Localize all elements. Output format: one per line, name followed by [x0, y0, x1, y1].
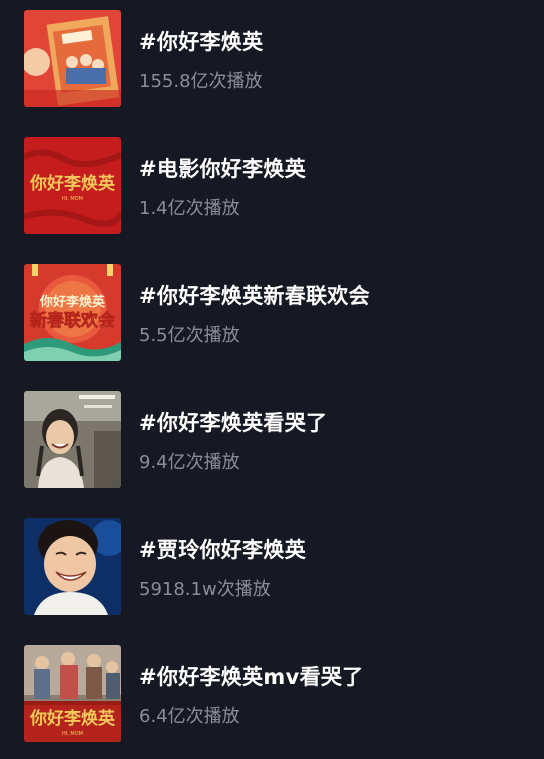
topic-title[interactable]: #贾玲你好李焕英 [139, 534, 306, 564]
topic-list: #你好李焕英 155.8亿次播放 你好李焕英 HI, MOM #电影你好李焕英 … [0, 0, 544, 759]
thumb-title-text: 你好李焕英 [29, 173, 116, 194]
topic-item-6[interactable]: 你好李焕英 HI, MOM #你好李焕英mv看哭了 6.4亿次播放 [0, 645, 544, 745]
topic-item-3[interactable]: 你好李焕英 新春联欢会 #你好李焕英新春联欢会 5.5亿次播放 [0, 264, 544, 364]
play-count: 155.8亿次播放 [139, 71, 263, 92]
thumb-subtitle-text: HI, MOM [62, 196, 83, 202]
topic-item-2[interactable]: 你好李焕英 HI, MOM #电影你好李焕英 1.4亿次播放 [0, 137, 544, 237]
play-count: 5918.1w次播放 [139, 579, 271, 600]
gala-logo-icon[interactable]: 你好李焕英 新春联欢会 [24, 264, 121, 361]
topic-title[interactable]: #你好李焕英新春联欢会 [139, 280, 370, 310]
topic-item-5[interactable]: #贾玲你好李焕英 5918.1w次播放 [0, 518, 544, 618]
play-count: 9.4亿次播放 [139, 452, 240, 473]
play-count: 5.5亿次播放 [139, 325, 240, 346]
laughing-woman-stage-icon[interactable] [24, 518, 121, 615]
thumb-title-text: 你好李焕英 [39, 294, 106, 310]
red-title-card-icon[interactable]: 你好李焕英 HI, MOM [24, 137, 121, 234]
thumb-subtitle-text: 新春联欢会 [30, 310, 115, 331]
thumb-title-text: 你好李焕英 [29, 708, 116, 729]
play-count: 6.4亿次播放 [139, 706, 240, 727]
play-count: 1.4亿次播放 [139, 198, 240, 219]
topic-item-1[interactable]: #你好李焕英 155.8亿次播放 [0, 10, 544, 110]
topic-title[interactable]: #电影你好李焕英 [139, 153, 306, 183]
topic-title[interactable]: #你好李焕英看哭了 [139, 407, 327, 437]
topic-title[interactable]: #你好李焕英 [139, 26, 263, 56]
smiling-woman-photo-icon[interactable] [24, 391, 121, 488]
topic-title[interactable]: #你好李焕英mv看哭了 [139, 661, 363, 691]
topic-item-4[interactable]: #你好李焕英看哭了 9.4亿次播放 [0, 391, 544, 491]
group-photo-title-icon[interactable]: 你好李焕英 HI, MOM [24, 645, 121, 742]
thumb-subtitle-text: HI, MOM [62, 731, 83, 737]
poster-red-movie-icon[interactable] [24, 10, 121, 107]
